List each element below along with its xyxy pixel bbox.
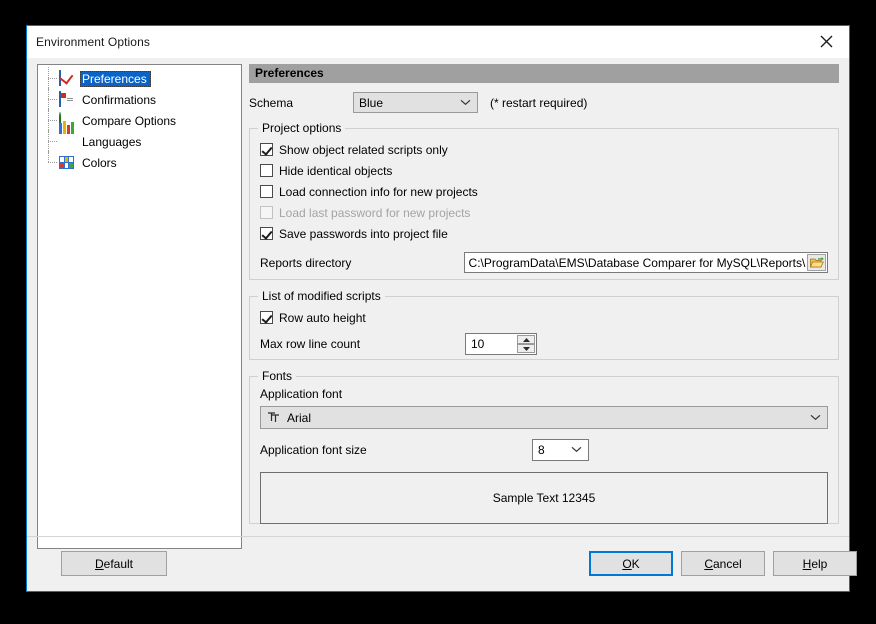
application-font-size-value: 8 bbox=[538, 443, 545, 457]
schema-label: Schema bbox=[249, 95, 294, 110]
sidebar-item-label: Colors bbox=[82, 155, 117, 170]
dialog-body: Preferences Confirmations Compare Option… bbox=[27, 58, 857, 591]
chevron-down-icon bbox=[460, 98, 471, 105]
stepper-buttons[interactable] bbox=[517, 335, 535, 353]
application-font-size-label: Application font size bbox=[260, 443, 367, 457]
dialog-footer: Default OK Cancel Help bbox=[27, 536, 857, 591]
checkbox-row-auto-height[interactable]: Row auto height bbox=[260, 307, 828, 328]
sidebar-item-languages[interactable]: Languages bbox=[38, 120, 241, 153]
schema-note: (* restart required) bbox=[490, 95, 588, 110]
schema-select[interactable]: Blue bbox=[353, 92, 478, 113]
tree-guide bbox=[41, 67, 59, 90]
project-options-title: Project options bbox=[258, 121, 346, 135]
application-font-size-select[interactable]: 8 bbox=[532, 439, 589, 461]
checkbox-label: Load connection info for new projects bbox=[279, 184, 478, 199]
sidebar-item-confirmations[interactable]: Confirmations bbox=[38, 88, 241, 111]
options-tree[interactable]: Preferences Confirmations Compare Option… bbox=[37, 64, 242, 549]
title-bar: Environment Options bbox=[27, 26, 849, 58]
reports-directory-value: C:\ProgramData\EMS\Database Comparer for… bbox=[468, 255, 806, 270]
ok-button[interactable]: OK bbox=[589, 551, 673, 576]
colors-icon bbox=[59, 155, 75, 171]
checkbox-load-last-password: Load last password for new projects bbox=[260, 202, 828, 223]
application-font-value: Arial bbox=[287, 410, 312, 425]
modified-scripts-group: List of modified scripts Row auto height… bbox=[249, 289, 839, 360]
screen: Environment Options Preferences Confirma… bbox=[0, 0, 876, 624]
folder-open-icon[interactable] bbox=[807, 254, 826, 271]
window-title: Environment Options bbox=[36, 35, 150, 49]
tree-guide bbox=[41, 88, 59, 111]
checkbox-label: Hide identical objects bbox=[279, 163, 393, 178]
checkbox-box[interactable] bbox=[260, 185, 273, 198]
fonts-title: Fonts bbox=[258, 369, 297, 383]
truetype-icon bbox=[267, 411, 280, 424]
environment-options-dialog: Environment Options Preferences Confirma… bbox=[26, 25, 857, 592]
checkbox-label: Show object related scripts only bbox=[279, 142, 448, 157]
checkbox-box[interactable] bbox=[260, 143, 273, 156]
max-row-line-count-row: Max row line count 10 bbox=[260, 333, 828, 355]
close-icon[interactable] bbox=[804, 26, 849, 57]
spinner-down-icon[interactable] bbox=[517, 344, 535, 353]
application-font-select[interactable]: Arial bbox=[260, 406, 828, 429]
sidebar-item-label: Languages bbox=[82, 134, 142, 149]
sidebar-item-label: Confirmations bbox=[82, 92, 157, 107]
help-button[interactable]: Help bbox=[773, 551, 857, 576]
checkbox-hide-identical-objects[interactable]: Hide identical objects bbox=[260, 160, 828, 181]
checkbox-box[interactable] bbox=[260, 227, 273, 240]
font-sample-preview: Sample Text 12345 bbox=[260, 472, 828, 524]
checkbox-show-object-related-scripts[interactable]: Show object related scripts only bbox=[260, 139, 828, 160]
schema-value: Blue bbox=[359, 95, 384, 110]
sidebar-item-colors[interactable]: Colors bbox=[38, 151, 241, 173]
default-button[interactable]: Default bbox=[61, 551, 167, 576]
spinner-up-icon[interactable] bbox=[517, 335, 535, 344]
sidebar-item-label: Preferences bbox=[80, 70, 151, 87]
reports-directory-row: Reports directory C:\ProgramData\EMS\Dat… bbox=[260, 252, 828, 273]
fonts-group: Fonts Application font Arial Application… bbox=[249, 369, 839, 524]
reports-directory-label: Reports directory bbox=[260, 255, 352, 270]
tree-guide bbox=[41, 130, 59, 153]
preferences-panel: Preferences Schema Blue (* restart requi… bbox=[249, 64, 839, 524]
application-font-size-row: Application font size 8 bbox=[260, 439, 828, 461]
checkbox-label: Load last password for new projects bbox=[279, 205, 471, 220]
schema-row: Schema Blue (* restart required) bbox=[249, 92, 839, 113]
tree-guide bbox=[41, 109, 59, 132]
checkbox-box bbox=[260, 206, 273, 219]
chevron-down-icon bbox=[810, 413, 821, 420]
max-row-line-count-stepper[interactable]: 10 bbox=[465, 333, 537, 355]
max-row-line-count-label: Max row line count bbox=[260, 337, 361, 351]
project-options-group: Project options Show object related scri… bbox=[249, 121, 839, 280]
section-header: Preferences bbox=[249, 64, 839, 83]
cancel-button[interactable]: Cancel bbox=[681, 551, 765, 576]
checkbox-load-connection-info[interactable]: Load connection info for new projects bbox=[260, 181, 828, 202]
confirmations-icon bbox=[59, 90, 75, 108]
font-sample-text: Sample Text 12345 bbox=[492, 491, 596, 505]
checkbox-box[interactable] bbox=[260, 164, 273, 177]
checkbox-label: Row auto height bbox=[279, 310, 366, 325]
max-row-line-count-value: 10 bbox=[471, 337, 485, 351]
application-font-label: Application font bbox=[260, 387, 343, 401]
checkbox-box[interactable] bbox=[260, 311, 273, 324]
sidebar-item-label: Compare Options bbox=[82, 113, 177, 128]
checkbox-label: Save passwords into project file bbox=[279, 226, 448, 241]
checkbox-save-passwords[interactable]: Save passwords into project file bbox=[260, 223, 828, 244]
sidebar-item-preferences[interactable]: Preferences bbox=[38, 67, 241, 90]
tree-guide bbox=[41, 151, 59, 173]
modified-scripts-title: List of modified scripts bbox=[258, 289, 385, 303]
chevron-down-icon bbox=[571, 446, 582, 453]
reports-directory-input[interactable]: C:\ProgramData\EMS\Database Comparer for… bbox=[463, 252, 828, 273]
preferences-icon bbox=[59, 69, 75, 87]
languages-icon bbox=[59, 120, 75, 150]
